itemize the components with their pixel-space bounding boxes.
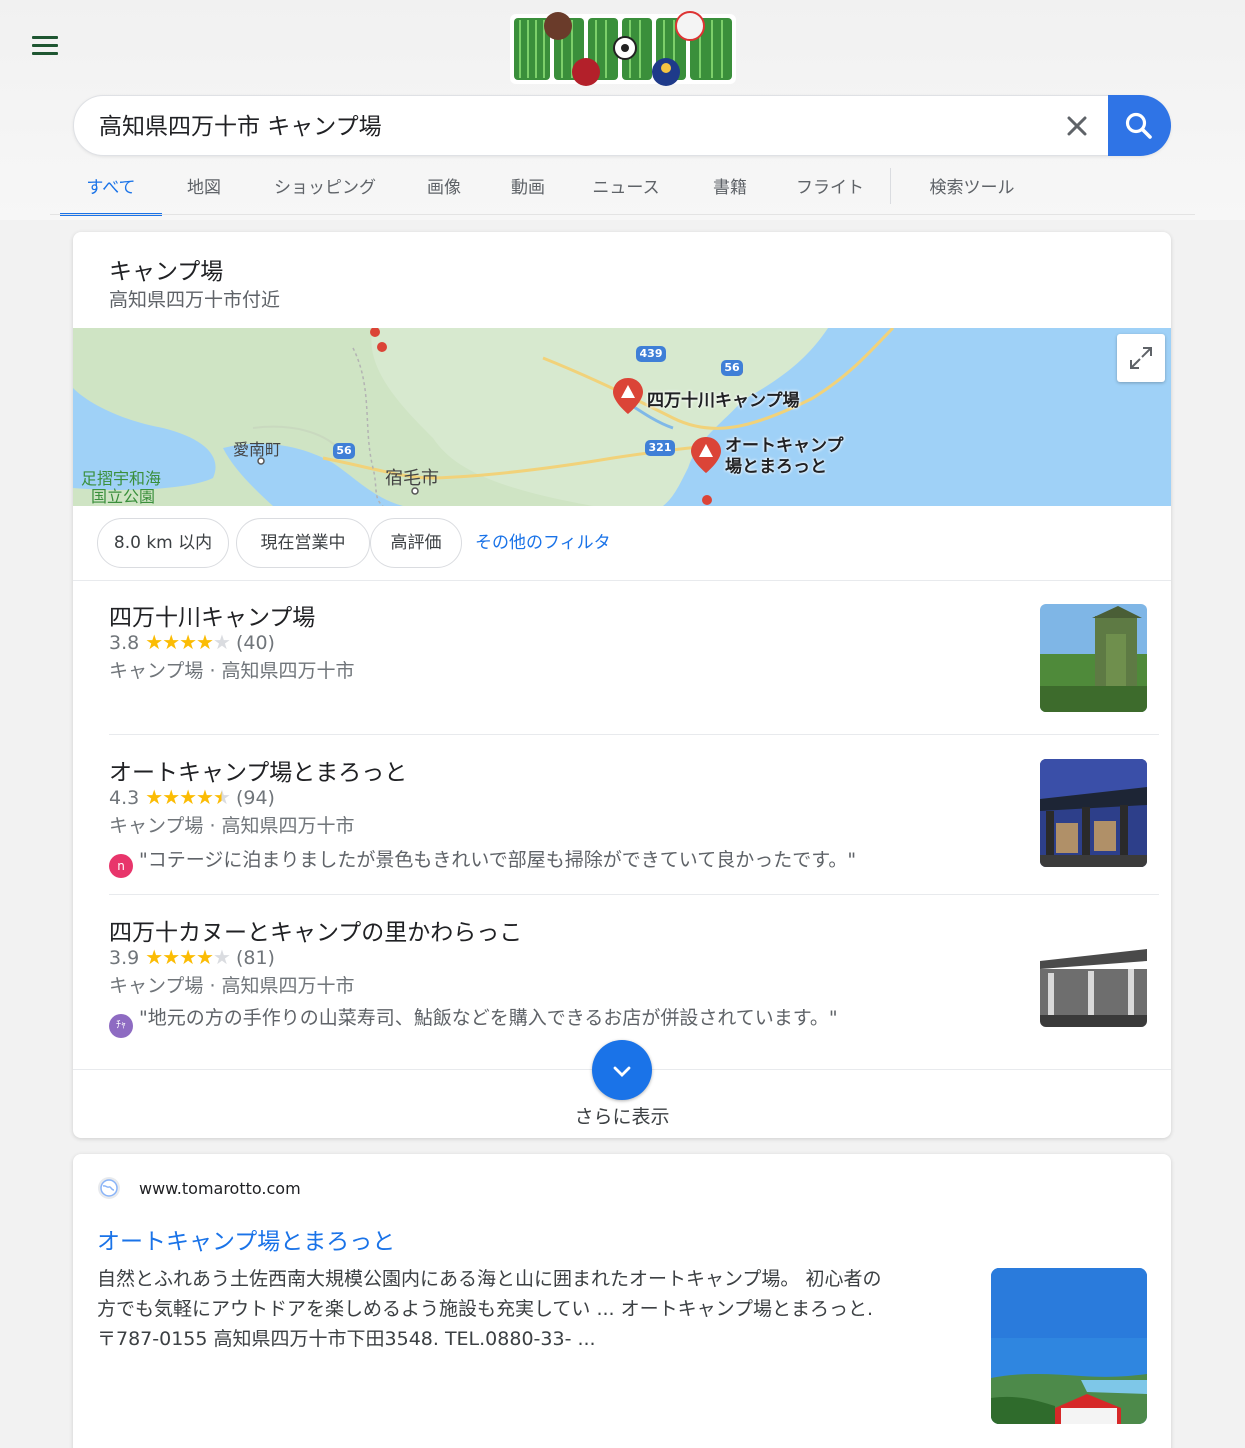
- local-results-card: キャンプ場 高知県四万十市付近 439 56 321 56 四万十川キャンプ場 …: [73, 232, 1171, 1138]
- filter-chips: 8.0 km 以内 現在営業中 高評価 その他のフィルタ: [97, 518, 1157, 570]
- map-park-label-line2: 国立公園: [91, 487, 156, 506]
- reviewer-avatar: n: [109, 854, 133, 878]
- result-category: キャンプ場 · 高知県四万十市: [109, 975, 355, 997]
- tab-books[interactable]: 書籍: [704, 168, 756, 216]
- snippet-line: 方でも気軽にアウトドアを楽しめるよう施設も充実してい ... オートキャンプ場と…: [97, 1298, 874, 1320]
- result-review-count: (94): [235, 787, 275, 809]
- divider: [109, 894, 1159, 895]
- star-rating-icon: ★★★★★: [145, 630, 231, 654]
- result-review-count: (81): [235, 947, 275, 969]
- result-rating-row: 4.3 ★★★★★ (94): [109, 785, 275, 809]
- tab-videos[interactable]: 動画: [502, 168, 554, 216]
- map-road-label: 439: [639, 347, 663, 360]
- tab-news[interactable]: ニュース: [588, 168, 664, 216]
- star-rating-icon: ★★★★★: [145, 945, 231, 969]
- result-rating: 4.3: [109, 787, 140, 809]
- map-road-label: 321: [648, 441, 672, 454]
- result-rating: 3.8: [109, 632, 140, 654]
- local-result-3[interactable]: 四万十カヌーとキャンプの里かわらっこ 3.9 ★★★★★ (81) キャンプ場 …: [109, 913, 1159, 1053]
- header-divider: [50, 214, 1195, 215]
- snippet-line: 自然とふれあう土佐西南大規模公園内にある海と山に囲まれたオートキャンプ場。 初心…: [97, 1268, 882, 1290]
- result-review-text: "地元の方の手作りの山菜寿司、鮎飯などを購入できるお店が併設されています。": [139, 1007, 838, 1029]
- web-result-url[interactable]: www.tomarotto.com: [139, 1179, 301, 1198]
- result-rating: 3.9: [109, 947, 140, 969]
- divider: [109, 734, 1159, 735]
- result-name[interactable]: 四万十川キャンプ場: [109, 598, 315, 632]
- result-name[interactable]: オートキャンプ場とまろっと: [109, 753, 407, 787]
- filter-chip-distance[interactable]: 8.0 km 以内: [97, 518, 229, 568]
- map-park-label: 足摺宇和海 国立公園: [81, 470, 161, 506]
- web-result-photo[interactable]: [991, 1268, 1147, 1424]
- snippet-line: 〒787-0155 高知県四万十市下田3548. TEL.0880-33- ..…: [97, 1328, 596, 1350]
- chevron-down-icon: [613, 1066, 631, 1077]
- result-review: ﾁｬ "地元の方の手作りの山菜寿司、鮎飯などを購入できるお店が併設されています。": [109, 1003, 838, 1038]
- result-rating-row: 3.8 ★★★★★ (40): [109, 630, 275, 654]
- web-result-snippet: 自然とふれあう土佐西南大規模公園内にある海と山に囲まれたオートキャンプ場。 初心…: [97, 1264, 977, 1354]
- map-road-label: 56: [724, 361, 740, 374]
- map-expand-button[interactable]: [1117, 334, 1165, 382]
- local-subtitle: 高知県四万十市付近: [109, 289, 281, 311]
- divider: [73, 580, 1171, 581]
- search-input[interactable]: [99, 111, 999, 137]
- web-result-card: www.tomarotto.com オートキャンプ場とまろっと 自然とふれあう土…: [73, 1154, 1171, 1448]
- result-rating-row: 3.9 ★★★★★ (81): [109, 945, 275, 969]
- map-town-label: 宿毛市: [385, 468, 439, 489]
- result-category: キャンプ場 · 高知県四万十市: [109, 660, 355, 682]
- header: すべて 地図 ショッピング 画像 動画 ニュース 書籍 フライト 検索ツール: [0, 0, 1245, 220]
- map-pin-1-label[interactable]: 四万十川キャンプ場: [647, 386, 800, 411]
- google-doodle-logo[interactable]: [510, 10, 736, 90]
- search-button[interactable]: [1108, 95, 1171, 156]
- show-more-label[interactable]: さらに表示: [73, 1102, 1171, 1129]
- tab-all[interactable]: すべて: [60, 168, 162, 216]
- tab-maps[interactable]: 地図: [178, 168, 230, 216]
- search-tabs: すべて 地図 ショッピング 画像 動画 ニュース 書籍 フライト 検索ツール: [60, 168, 1190, 216]
- clear-icon[interactable]: [1064, 113, 1090, 139]
- result-3-photo[interactable]: [1040, 919, 1147, 1027]
- expand-icon: [1130, 347, 1152, 369]
- filter-chip-open-now[interactable]: 現在営業中: [236, 518, 370, 568]
- reviewer-avatar: ﾁｬ: [109, 1014, 133, 1038]
- hamburger-menu-icon[interactable]: [32, 36, 58, 56]
- local-result-2[interactable]: オートキャンプ場とまろっと 4.3 ★★★★★ (94) キャンプ場 · 高知県…: [109, 753, 1159, 893]
- tab-images[interactable]: 画像: [418, 168, 470, 216]
- local-result-1[interactable]: 四万十川キャンプ場 3.8 ★★★★★ (40) キャンプ場 · 高知県四万十市: [109, 598, 1159, 718]
- result-review-text: "コテージに泊まりましたが景色もきれいで部屋も掃除ができていて良かったです。": [139, 849, 857, 871]
- map-road-label: 56: [336, 444, 352, 457]
- result-category: キャンプ場 · 高知県四万十市: [109, 815, 355, 837]
- result-2-photo[interactable]: [1040, 759, 1147, 867]
- result-review-count: (40): [235, 632, 275, 654]
- globe-icon: [98, 1177, 120, 1199]
- local-title: キャンプ場: [109, 259, 224, 285]
- result-review: n "コテージに泊まりましたが景色もきれいで部屋も掃除ができていて良かったです。": [109, 845, 856, 878]
- search-box[interactable]: [73, 95, 1171, 156]
- result-name[interactable]: 四万十カヌーとキャンプの里かわらっこ: [109, 913, 522, 947]
- web-result-title[interactable]: オートキャンプ場とまろっと: [97, 1222, 395, 1256]
- tab-shopping[interactable]: ショッピング: [266, 168, 384, 216]
- map-pin-2-label-line2: 場とまろっと: [725, 457, 827, 477]
- tab-separator: [890, 168, 891, 204]
- star-rating-icon: ★★★★★: [145, 785, 231, 809]
- map-town-label: 愛南町: [233, 440, 282, 459]
- map-canvas: [73, 328, 1171, 506]
- tab-flights[interactable]: フライト: [790, 168, 870, 216]
- map[interactable]: 439 56 321 56 四万十川キャンプ場 オートキャンプ 場とまろっと 愛…: [73, 328, 1171, 506]
- filter-chip-top-rated[interactable]: 高評価: [370, 518, 462, 568]
- show-more-button[interactable]: [592, 1040, 652, 1100]
- result-1-photo[interactable]: [1040, 604, 1147, 712]
- search-icon: [1125, 112, 1152, 139]
- more-filters-link[interactable]: その他のフィルタ: [475, 518, 611, 568]
- map-pin-2-label-line1: オートキャンプ: [725, 436, 844, 456]
- tab-search-tools[interactable]: 検索ツール: [924, 168, 1020, 216]
- map-pin-2-label[interactable]: オートキャンプ 場とまろっと: [725, 436, 844, 478]
- map-park-label-line1: 足摺宇和海: [81, 469, 162, 488]
